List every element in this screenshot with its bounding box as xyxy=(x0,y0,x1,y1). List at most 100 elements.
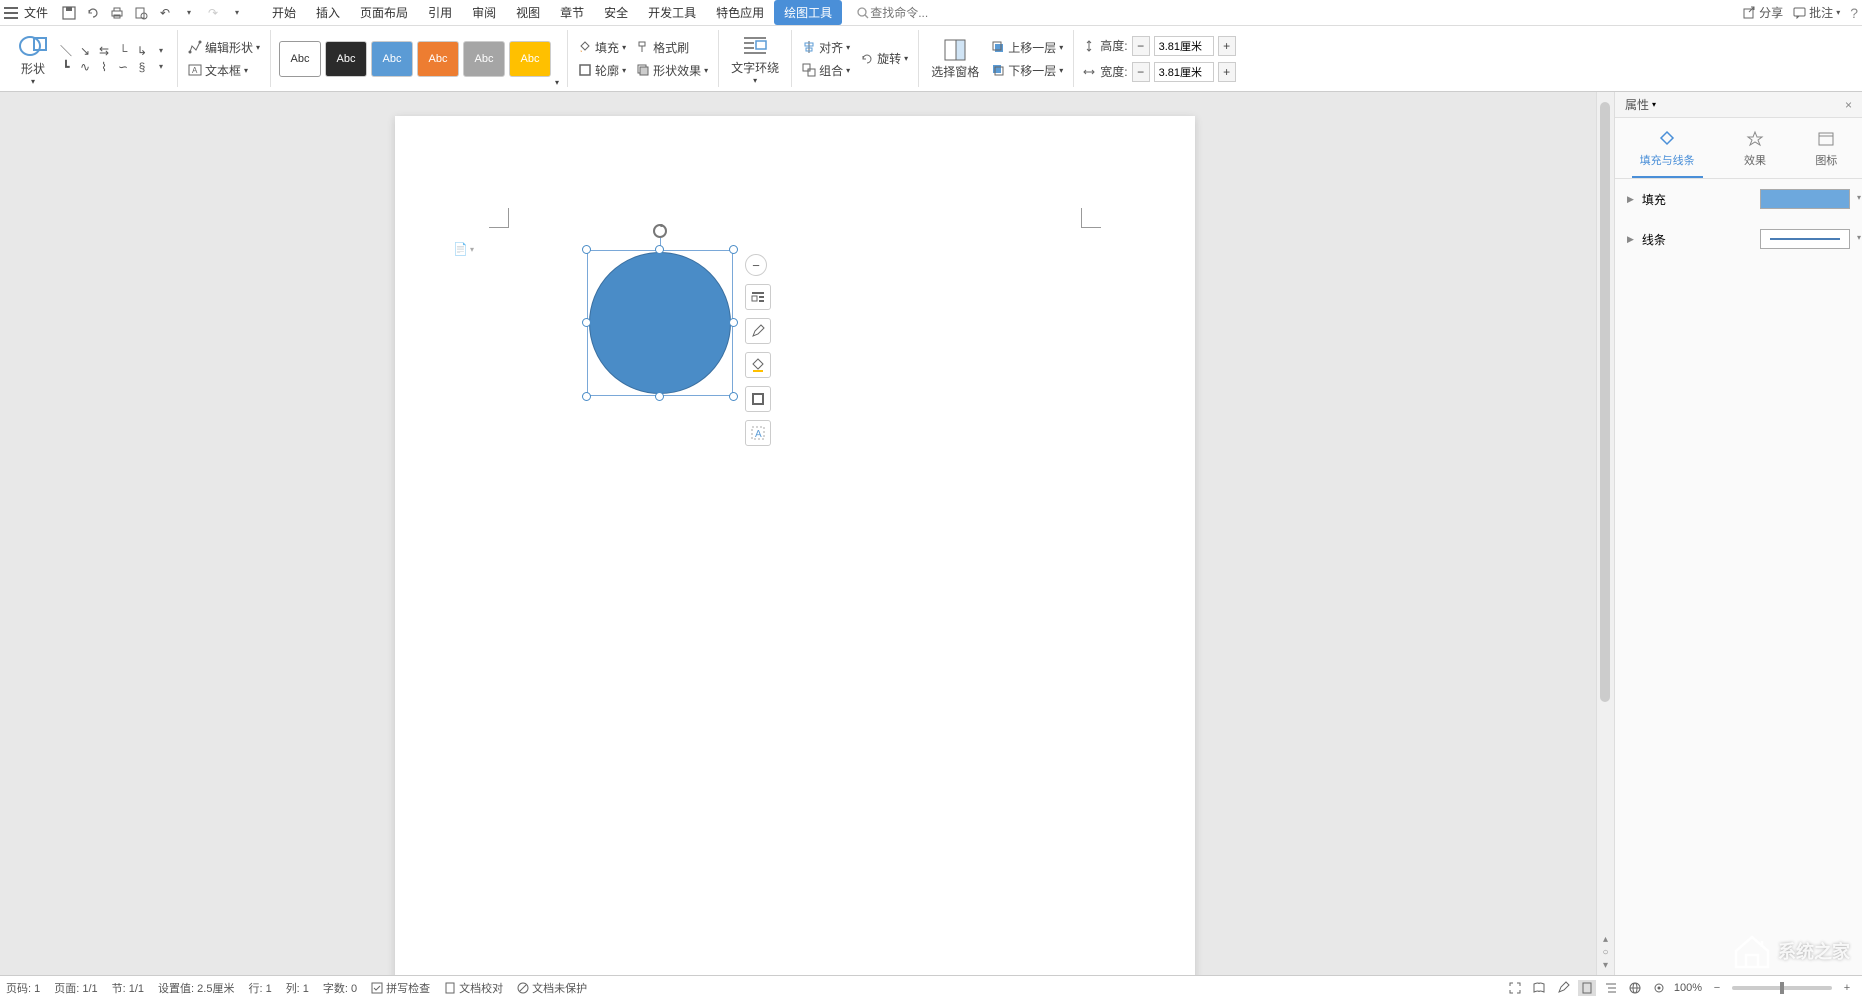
rotate-button[interactable]: 旋转▾ xyxy=(858,48,910,69)
tab-insert[interactable]: 插入 xyxy=(306,0,350,25)
handle-tc[interactable] xyxy=(655,245,664,254)
style-5[interactable]: Abc xyxy=(463,41,505,77)
annotate-button[interactable]: 批注▾ xyxy=(1793,4,1840,21)
style-3[interactable]: Abc xyxy=(371,41,413,77)
outline-button[interactable]: 轮廓▾ xyxy=(576,60,628,81)
help-button[interactable]: ? xyxy=(1850,5,1858,21)
print-preview-icon[interactable] xyxy=(132,4,150,22)
scribble-icon[interactable]: § xyxy=(134,60,150,74)
freeform-icon[interactable]: ∽ xyxy=(115,60,131,74)
tab-review[interactable]: 审阅 xyxy=(462,0,506,25)
height-dec[interactable]: − xyxy=(1132,36,1150,56)
handle-bc[interactable] xyxy=(655,392,664,401)
props-tab-fill[interactable]: 填充与线条 xyxy=(1632,126,1703,178)
arrow-icon[interactable]: ↘ xyxy=(77,44,93,58)
fullscreen-icon[interactable] xyxy=(1506,980,1524,996)
sb-protect[interactable]: 文档未保护 xyxy=(517,980,587,996)
float-collapse-icon[interactable]: − xyxy=(745,254,767,276)
style-1[interactable]: Abc xyxy=(279,41,321,77)
file-menu[interactable]: 文件 xyxy=(24,4,48,21)
goto-icon[interactable]: ○ xyxy=(1602,947,1608,958)
styles-more-icon[interactable]: ▾ xyxy=(555,78,559,87)
handle-bl[interactable] xyxy=(582,392,591,401)
float-edit-icon[interactable] xyxy=(745,318,771,344)
tab-start[interactable]: 开始 xyxy=(262,0,306,25)
paragraph-icon[interactable]: 📄 xyxy=(453,242,467,256)
align-button[interactable]: 对齐▾ xyxy=(800,37,852,58)
tab-drawing[interactable]: 绘图工具 xyxy=(774,0,842,25)
width-input[interactable] xyxy=(1154,62,1214,82)
double-arrow-icon[interactable]: ⇆ xyxy=(96,44,112,58)
sb-row[interactable]: 行: 1 xyxy=(248,980,271,996)
text-wrap-button[interactable]: 文字环绕▾ xyxy=(727,31,783,87)
circle-shape[interactable] xyxy=(589,252,731,394)
props-fill-section[interactable]: ▶ 填充 xyxy=(1615,179,1862,219)
undo-dropdown-icon[interactable]: ▾ xyxy=(180,4,198,22)
elbow-arrow-icon[interactable]: ↳ xyxy=(134,44,150,58)
height-inc[interactable]: + xyxy=(1218,36,1236,56)
sb-pageno[interactable]: 页码: 1 xyxy=(6,980,40,996)
group-button[interactable]: 组合▾ xyxy=(800,60,852,81)
text-box-button[interactable]: A文本框▾ xyxy=(186,60,262,81)
handle-ml[interactable] xyxy=(582,318,591,327)
fill-color-swatch[interactable] xyxy=(1760,189,1850,209)
style-2[interactable]: Abc xyxy=(325,41,367,77)
zoom-label[interactable]: 100% xyxy=(1674,982,1702,994)
sb-page[interactable]: 页面: 1/1 xyxy=(54,980,97,996)
save-icon[interactable] xyxy=(60,4,78,22)
sb-chars[interactable]: 字数: 0 xyxy=(323,980,357,996)
style-6[interactable]: Abc xyxy=(509,41,551,77)
undo-redo-icon[interactable] xyxy=(84,4,102,22)
tab-view[interactable]: 视图 xyxy=(506,0,550,25)
next-page-icon[interactable]: ▾ xyxy=(1603,960,1608,971)
scroll-thumb[interactable] xyxy=(1600,102,1610,702)
float-fill-icon[interactable] xyxy=(745,352,771,378)
style-4[interactable]: Abc xyxy=(417,41,459,77)
sb-spell[interactable]: 拼写检查 xyxy=(371,980,430,996)
read-view-icon[interactable] xyxy=(1530,980,1548,996)
tab-references[interactable]: 引用 xyxy=(418,0,462,25)
vertical-scrollbar[interactable]: ▴ ○ ▾ xyxy=(1596,92,1614,975)
shape-effects-button[interactable]: 形状效果▾ xyxy=(634,60,710,81)
outline-view-icon[interactable] xyxy=(1602,980,1620,996)
command-search[interactable] xyxy=(856,6,970,20)
props-tab-effects[interactable]: 效果 xyxy=(1736,126,1774,178)
print-layout-icon[interactable] xyxy=(1578,980,1596,996)
sb-setval[interactable]: 设置值: 2.5厘米 xyxy=(158,980,234,996)
send-backward-button[interactable]: 下移一层▾ xyxy=(989,60,1065,81)
handle-br[interactable] xyxy=(729,392,738,401)
curve2-icon[interactable]: ⌇ xyxy=(96,60,112,74)
hamburger-icon[interactable] xyxy=(4,7,18,19)
sb-section[interactable]: 节: 1/1 xyxy=(112,980,144,996)
zoom-in-icon[interactable]: + xyxy=(1838,980,1856,996)
bring-forward-button[interactable]: 上移一层▾ xyxy=(989,37,1065,58)
line-icon[interactable]: ＼ xyxy=(58,44,74,58)
height-input[interactable] xyxy=(1154,36,1214,56)
elbow-icon[interactable]: └ xyxy=(115,44,131,58)
props-close-icon[interactable]: × xyxy=(1845,98,1852,112)
float-text-icon[interactable]: A xyxy=(745,420,771,446)
handle-tl[interactable] xyxy=(582,245,591,254)
elbow2-icon[interactable]: ┗ xyxy=(58,60,74,74)
page[interactable]: 📄 − A xyxy=(395,116,1195,975)
print-icon[interactable] xyxy=(108,4,126,22)
document-area[interactable]: 📄 − A xyxy=(0,92,1596,975)
share-button[interactable]: 分享 xyxy=(1743,4,1783,21)
edit-shape-button[interactable]: 编辑形状▾ xyxy=(186,37,262,58)
handle-mr[interactable] xyxy=(729,318,738,327)
rotation-handle[interactable] xyxy=(653,224,667,238)
undo-icon[interactable]: ↶ xyxy=(156,4,174,22)
tab-chapter[interactable]: 章节 xyxy=(550,0,594,25)
selected-shape[interactable] xyxy=(587,250,733,396)
zoom-slider[interactable] xyxy=(1732,986,1832,990)
edit-view-icon[interactable] xyxy=(1554,980,1572,996)
prev-page-icon[interactable]: ▴ xyxy=(1603,934,1608,945)
more-shapes2-icon[interactable]: ▾ xyxy=(153,60,169,74)
tab-devtools[interactable]: 开发工具 xyxy=(638,0,706,25)
curve-icon[interactable]: ∿ xyxy=(77,60,93,74)
tab-special[interactable]: 特色应用 xyxy=(706,0,774,25)
width-dec[interactable]: − xyxy=(1132,62,1150,82)
focus-view-icon[interactable] xyxy=(1650,980,1668,996)
selection-pane-button[interactable]: 选择窗格 xyxy=(927,35,983,82)
props-line-section[interactable]: ▶ 线条 xyxy=(1615,219,1862,259)
